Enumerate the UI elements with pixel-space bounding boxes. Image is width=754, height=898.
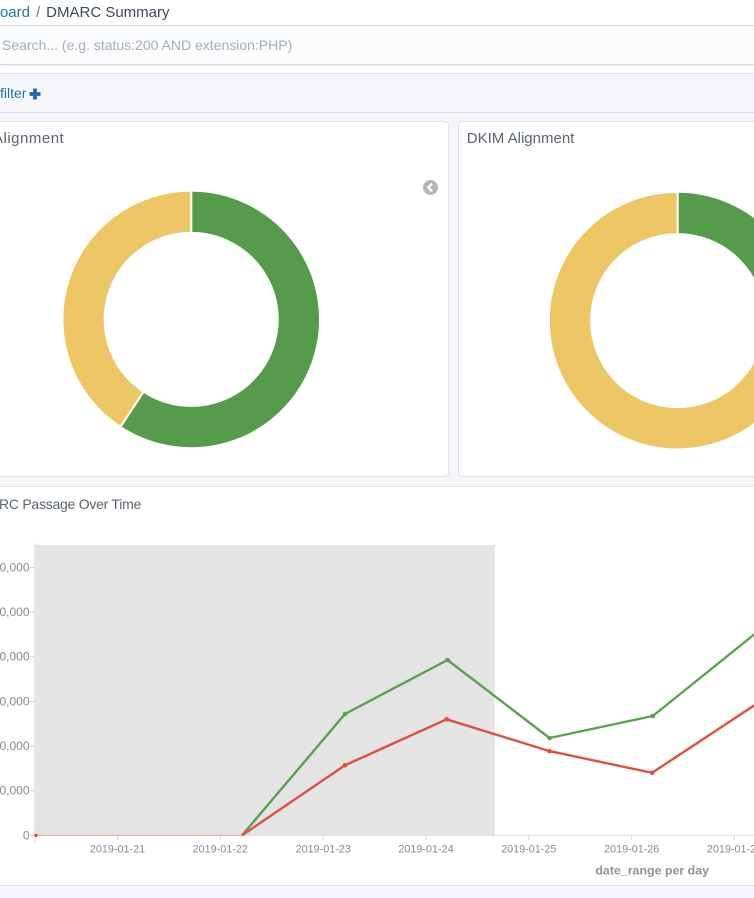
svg-text:0: 0	[23, 828, 30, 842]
svg-text:2019-01-24: 2019-01-24	[398, 843, 453, 855]
svg-text:150,000: 150,000	[0, 694, 30, 708]
svg-text:date_range per day: date_range per day	[595, 864, 709, 878]
svg-text:250,000: 250,000	[0, 605, 30, 619]
svg-text:300,000: 300,000	[0, 560, 30, 574]
svg-text:2019-01-22: 2019-01-22	[193, 843, 248, 855]
svg-text:100,000: 100,000	[0, 739, 30, 753]
svg-text:2019-01-23: 2019-01-23	[296, 843, 351, 855]
svg-text:2019-01-26: 2019-01-26	[604, 843, 659, 855]
svg-text:2019-01-21: 2019-01-21	[90, 843, 145, 855]
svg-text:2019-01-27: 2019-01-27	[707, 843, 754, 855]
svg-text:50,000: 50,000	[0, 784, 30, 798]
svg-text:200,000: 200,000	[0, 650, 30, 664]
svg-text:2019-01-25: 2019-01-25	[501, 843, 556, 855]
